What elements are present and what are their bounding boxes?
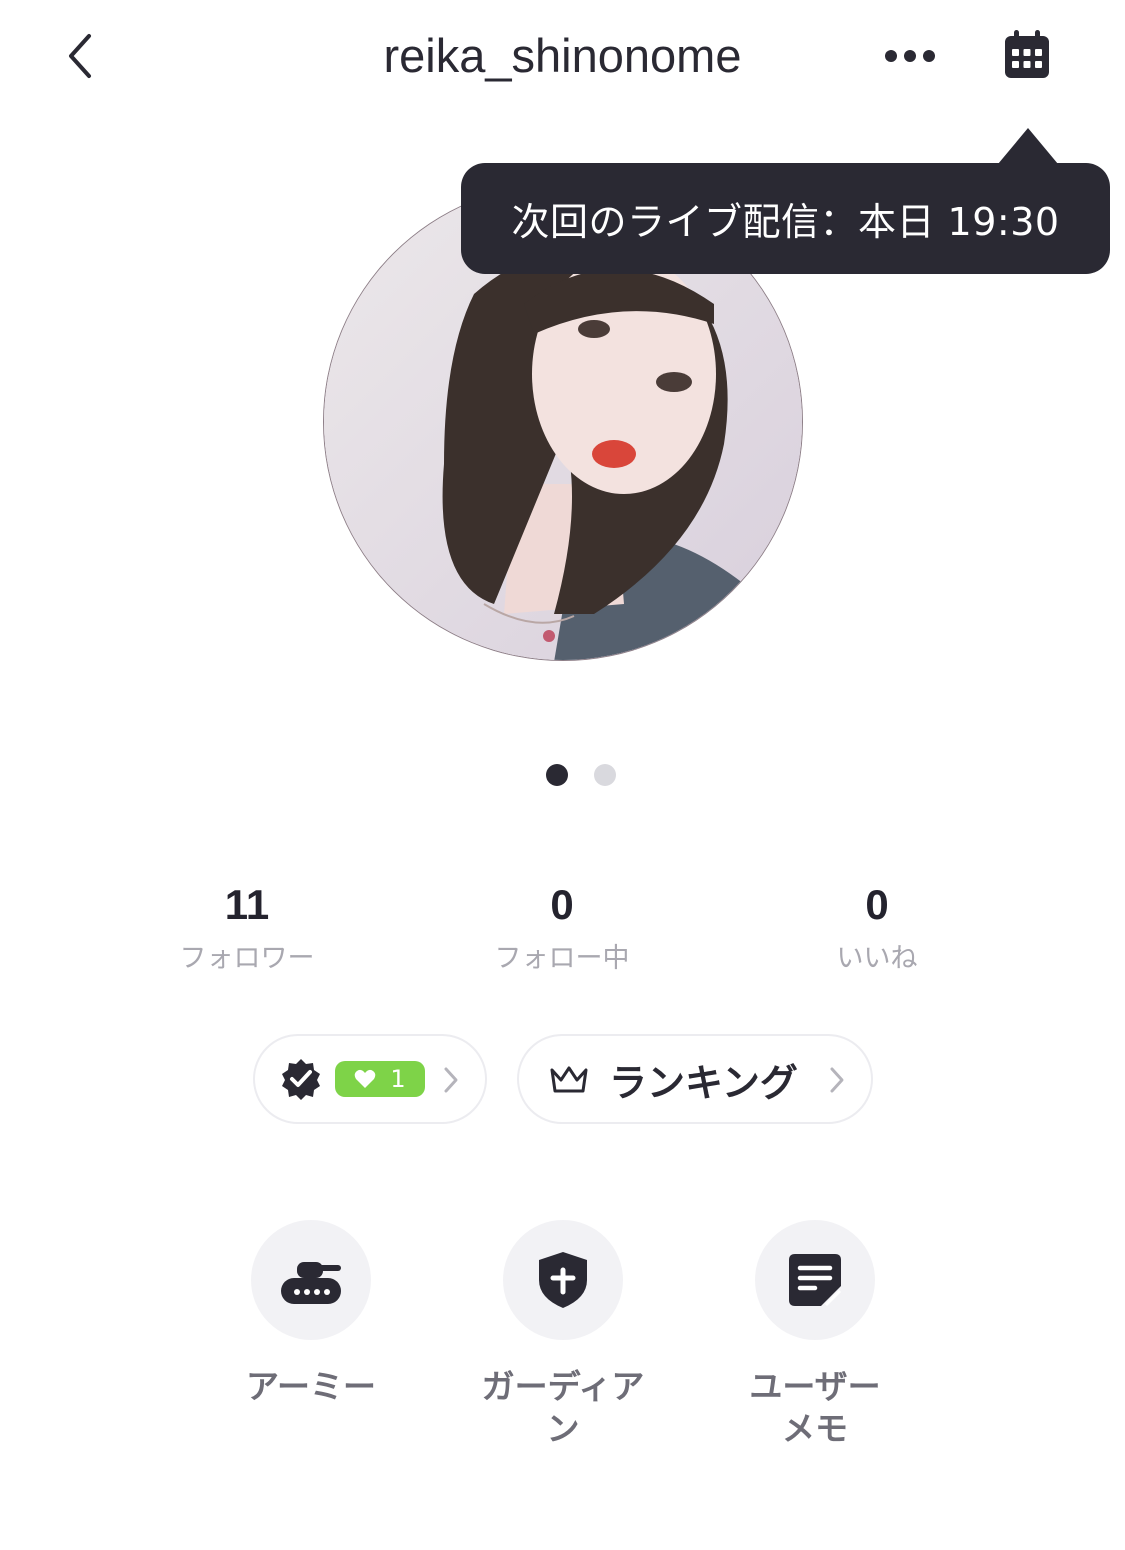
pager-dot-active[interactable] bbox=[545, 764, 568, 786]
army-button[interactable]: アーミー bbox=[211, 1220, 411, 1408]
army-icon-circle bbox=[251, 1220, 371, 1340]
heart-icon bbox=[355, 1069, 376, 1088]
ranking-label: ランキング bbox=[609, 1060, 798, 1105]
ranking-pill-button[interactable]: ランキング bbox=[517, 1034, 873, 1124]
note-edit-icon bbox=[789, 1254, 841, 1306]
stat-likes[interactable]: 0 いいね bbox=[747, 878, 1007, 975]
calendar-icon bbox=[1005, 30, 1049, 78]
army-label: アーミー bbox=[245, 1367, 377, 1406]
user-memo-label: ユーザー メモ bbox=[749, 1367, 881, 1448]
guardian-icon-circle bbox=[503, 1220, 623, 1340]
chevron-right-icon bbox=[444, 1067, 458, 1093]
chevron-right-icon bbox=[830, 1067, 844, 1093]
stat-followers[interactable]: 11 フォロワー bbox=[117, 878, 377, 975]
guardian-button[interactable]: ガーディア ン bbox=[463, 1220, 663, 1450]
photo-pager bbox=[0, 764, 1125, 786]
guardian-label: ガーディア ン bbox=[481, 1367, 645, 1448]
heart-count-chip: 1 bbox=[335, 1061, 425, 1097]
likes-count: 0 bbox=[865, 881, 889, 928]
following-count: 0 bbox=[550, 881, 574, 928]
followers-count: 11 bbox=[224, 881, 270, 928]
verified-badge-icon bbox=[282, 1059, 320, 1100]
shield-plus-icon bbox=[539, 1252, 587, 1308]
heart-count: 1 bbox=[390, 1065, 406, 1093]
more-options-button[interactable] bbox=[876, 30, 944, 82]
badge-pill-button[interactable]: 1 bbox=[253, 1034, 487, 1124]
following-label: フォロー中 bbox=[494, 943, 630, 974]
pager-dot[interactable] bbox=[593, 764, 616, 786]
calendar-button[interactable] bbox=[994, 22, 1060, 88]
stat-following[interactable]: 0 フォロー中 bbox=[432, 878, 692, 975]
tooltip-arrow bbox=[998, 128, 1058, 164]
followers-label: フォロワー bbox=[179, 943, 315, 974]
crown-icon bbox=[550, 1066, 588, 1093]
profile-username: reika_shinonome bbox=[383, 29, 742, 82]
more-dots-icon bbox=[885, 50, 935, 62]
likes-label: いいね bbox=[836, 943, 918, 974]
live-schedule-tooltip[interactable]: 次回のライブ配信：本日 19:30 bbox=[461, 163, 1110, 274]
tank-icon bbox=[281, 1262, 341, 1304]
user-memo-icon-circle bbox=[755, 1220, 875, 1340]
user-memo-button[interactable]: ユーザー メモ bbox=[715, 1220, 915, 1450]
